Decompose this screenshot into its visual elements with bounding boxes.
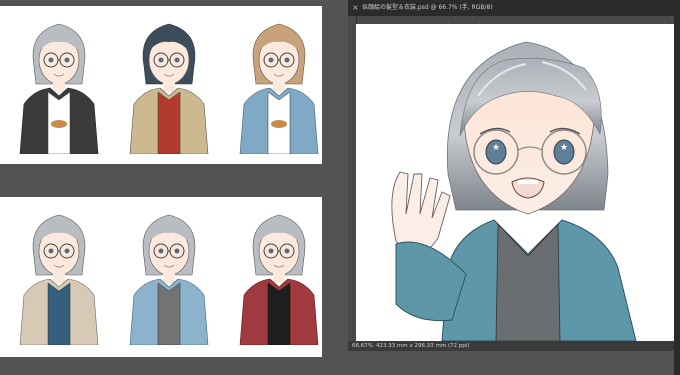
character-artwork: ★ ★ <box>391 41 637 341</box>
character-gray-hair-beige-jacket[interactable] <box>14 205 104 345</box>
artboard-top[interactable] <box>0 6 322 164</box>
panel-edge <box>674 0 680 375</box>
character-gray-hair-blue-jacket[interactable] <box>124 205 214 345</box>
status-bar: 66.67% 423.33 mm x 296.33 mm (72 ppi) › <box>348 341 680 351</box>
close-tab-icon[interactable]: × <box>352 0 359 16</box>
artboard-bottom[interactable] <box>0 197 322 357</box>
status-arrow-icon[interactable]: › <box>444 341 446 351</box>
character-gray-hair-red-jacket[interactable] <box>234 205 324 345</box>
svg-text:★: ★ <box>492 143 500 153</box>
svg-text:★: ★ <box>560 143 568 153</box>
document-tab[interactable]: × 似顔絵の髪型＆衣装.psd @ 66.7% (手, RGB/8) <box>348 0 680 16</box>
document-dimensions: 423.33 mm x 296.33 mm (72 ppi) <box>376 343 470 349</box>
document-tab-title: 似顔絵の髪型＆衣装.psd @ 66.7% (手, RGB/8) <box>362 4 493 11</box>
character-gray-hair-black-jacket[interactable] <box>14 14 104 154</box>
character-navy-hair-beige-jacket[interactable] <box>124 14 214 154</box>
document-window: × 似顔絵の髪型＆衣装.psd @ 66.7% (手, RGB/8) 02040… <box>348 0 680 375</box>
zoom-level[interactable]: 66.67% <box>352 341 373 351</box>
workspace-below-document <box>348 351 680 375</box>
document-canvas[interactable]: ★ ★ <box>356 24 680 341</box>
character-brown-hair-blue-jacket[interactable] <box>234 14 324 154</box>
